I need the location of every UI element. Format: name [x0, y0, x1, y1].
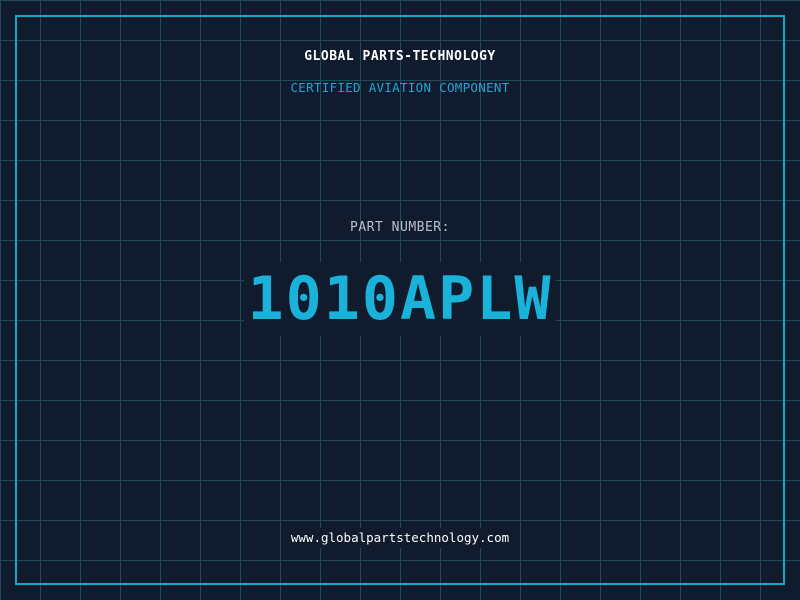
- part-number-container: 1010APLW: [0, 262, 800, 336]
- part-number-label: PART NUMBER:: [350, 220, 450, 235]
- company-name: GLOBAL PARTS-TECHNOLOGY: [304, 49, 496, 64]
- website-url: www.globalpartstechnology.com: [287, 528, 513, 548]
- footer: www.globalpartstechnology.com: [0, 528, 800, 548]
- certification-subtitle: CERTIFIED AVIATION COMPONENT: [290, 80, 510, 95]
- part-number-value: 1010APLW: [243, 262, 557, 336]
- part-label-card: GLOBAL PARTS-TECHNOLOGY CERTIFIED AVIATI…: [0, 0, 800, 600]
